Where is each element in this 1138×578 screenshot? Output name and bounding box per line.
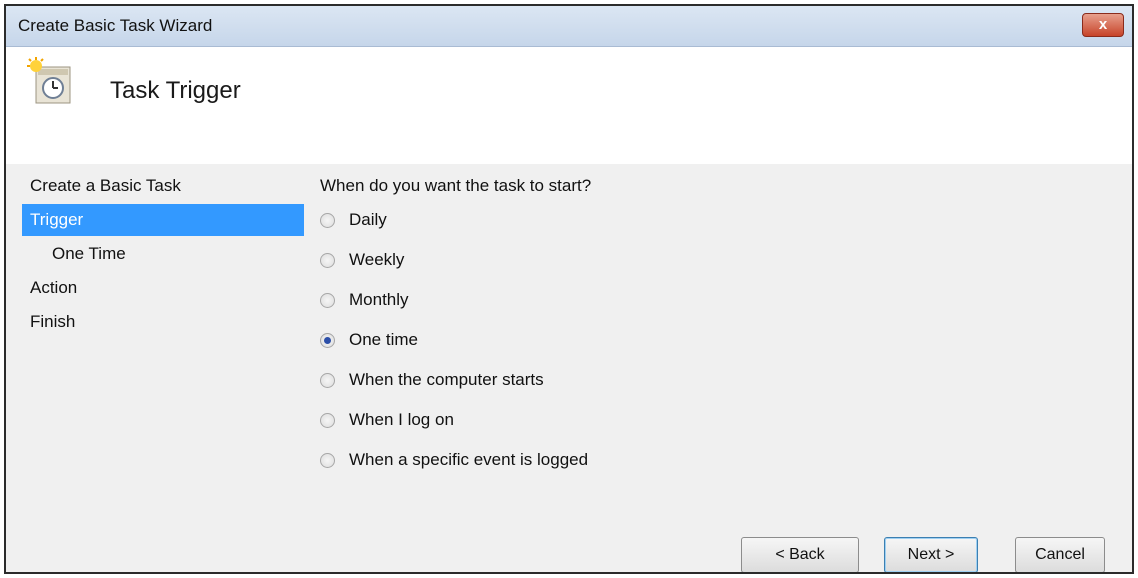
next-button[interactable]: Next >: [884, 537, 978, 572]
close-button[interactable]: x: [1082, 13, 1124, 37]
radio-option-log-on[interactable]: When I log on: [320, 400, 591, 440]
back-button[interactable]: < Back: [741, 537, 859, 572]
radio-button[interactable]: [320, 212, 335, 228]
radio-button[interactable]: [320, 292, 335, 308]
wizard-steps-sidebar: Create a Basic Task Trigger One Time Act…: [22, 170, 304, 340]
radio-label[interactable]: Monthly: [349, 290, 409, 310]
sidebar-item-trigger[interactable]: Trigger: [22, 204, 304, 236]
trigger-question: When do you want the task to start?: [320, 176, 592, 195]
radio-label[interactable]: When I log on: [349, 410, 454, 430]
sidebar-item-action[interactable]: Action: [22, 272, 304, 304]
radio-label[interactable]: When the computer starts: [349, 370, 544, 390]
radio-label[interactable]: Daily: [349, 210, 387, 230]
radio-button-selected[interactable]: [320, 332, 335, 348]
wizard-header: Task Trigger: [6, 47, 1132, 164]
page-title: Task Trigger: [110, 77, 241, 104]
radio-label[interactable]: When a specific event is logged: [349, 450, 588, 470]
cancel-button[interactable]: Cancel: [1015, 537, 1105, 572]
scheduled-task-clock-icon: [27, 57, 71, 104]
radio-option-daily[interactable]: Daily: [320, 200, 591, 240]
wizard-window: Create Basic Task Wizard x Task Trigger …: [4, 4, 1134, 574]
sidebar-item-finish[interactable]: Finish: [22, 306, 304, 338]
radio-option-weekly[interactable]: Weekly: [320, 240, 591, 280]
sidebar-item-one-time[interactable]: One Time: [22, 238, 304, 270]
radio-option-computer-starts[interactable]: When the computer starts: [320, 360, 591, 400]
radio-option-one-time[interactable]: One time: [320, 320, 591, 360]
trigger-options-panel: When do you want the task to start? Dail…: [320, 172, 591, 480]
title-bar[interactable]: Create Basic Task Wizard x: [6, 6, 1132, 47]
radio-button[interactable]: [320, 412, 335, 428]
radio-label[interactable]: Weekly: [349, 250, 404, 270]
sidebar-item-create-basic-task[interactable]: Create a Basic Task: [22, 170, 304, 202]
radio-button[interactable]: [320, 372, 335, 388]
window-title: Create Basic Task Wizard: [18, 16, 213, 35]
radio-button[interactable]: [320, 252, 335, 268]
radio-button[interactable]: [320, 452, 335, 468]
radio-option-event-logged[interactable]: When a specific event is logged: [320, 440, 591, 480]
radio-label[interactable]: One time: [349, 330, 418, 350]
radio-option-monthly[interactable]: Monthly: [320, 280, 591, 320]
